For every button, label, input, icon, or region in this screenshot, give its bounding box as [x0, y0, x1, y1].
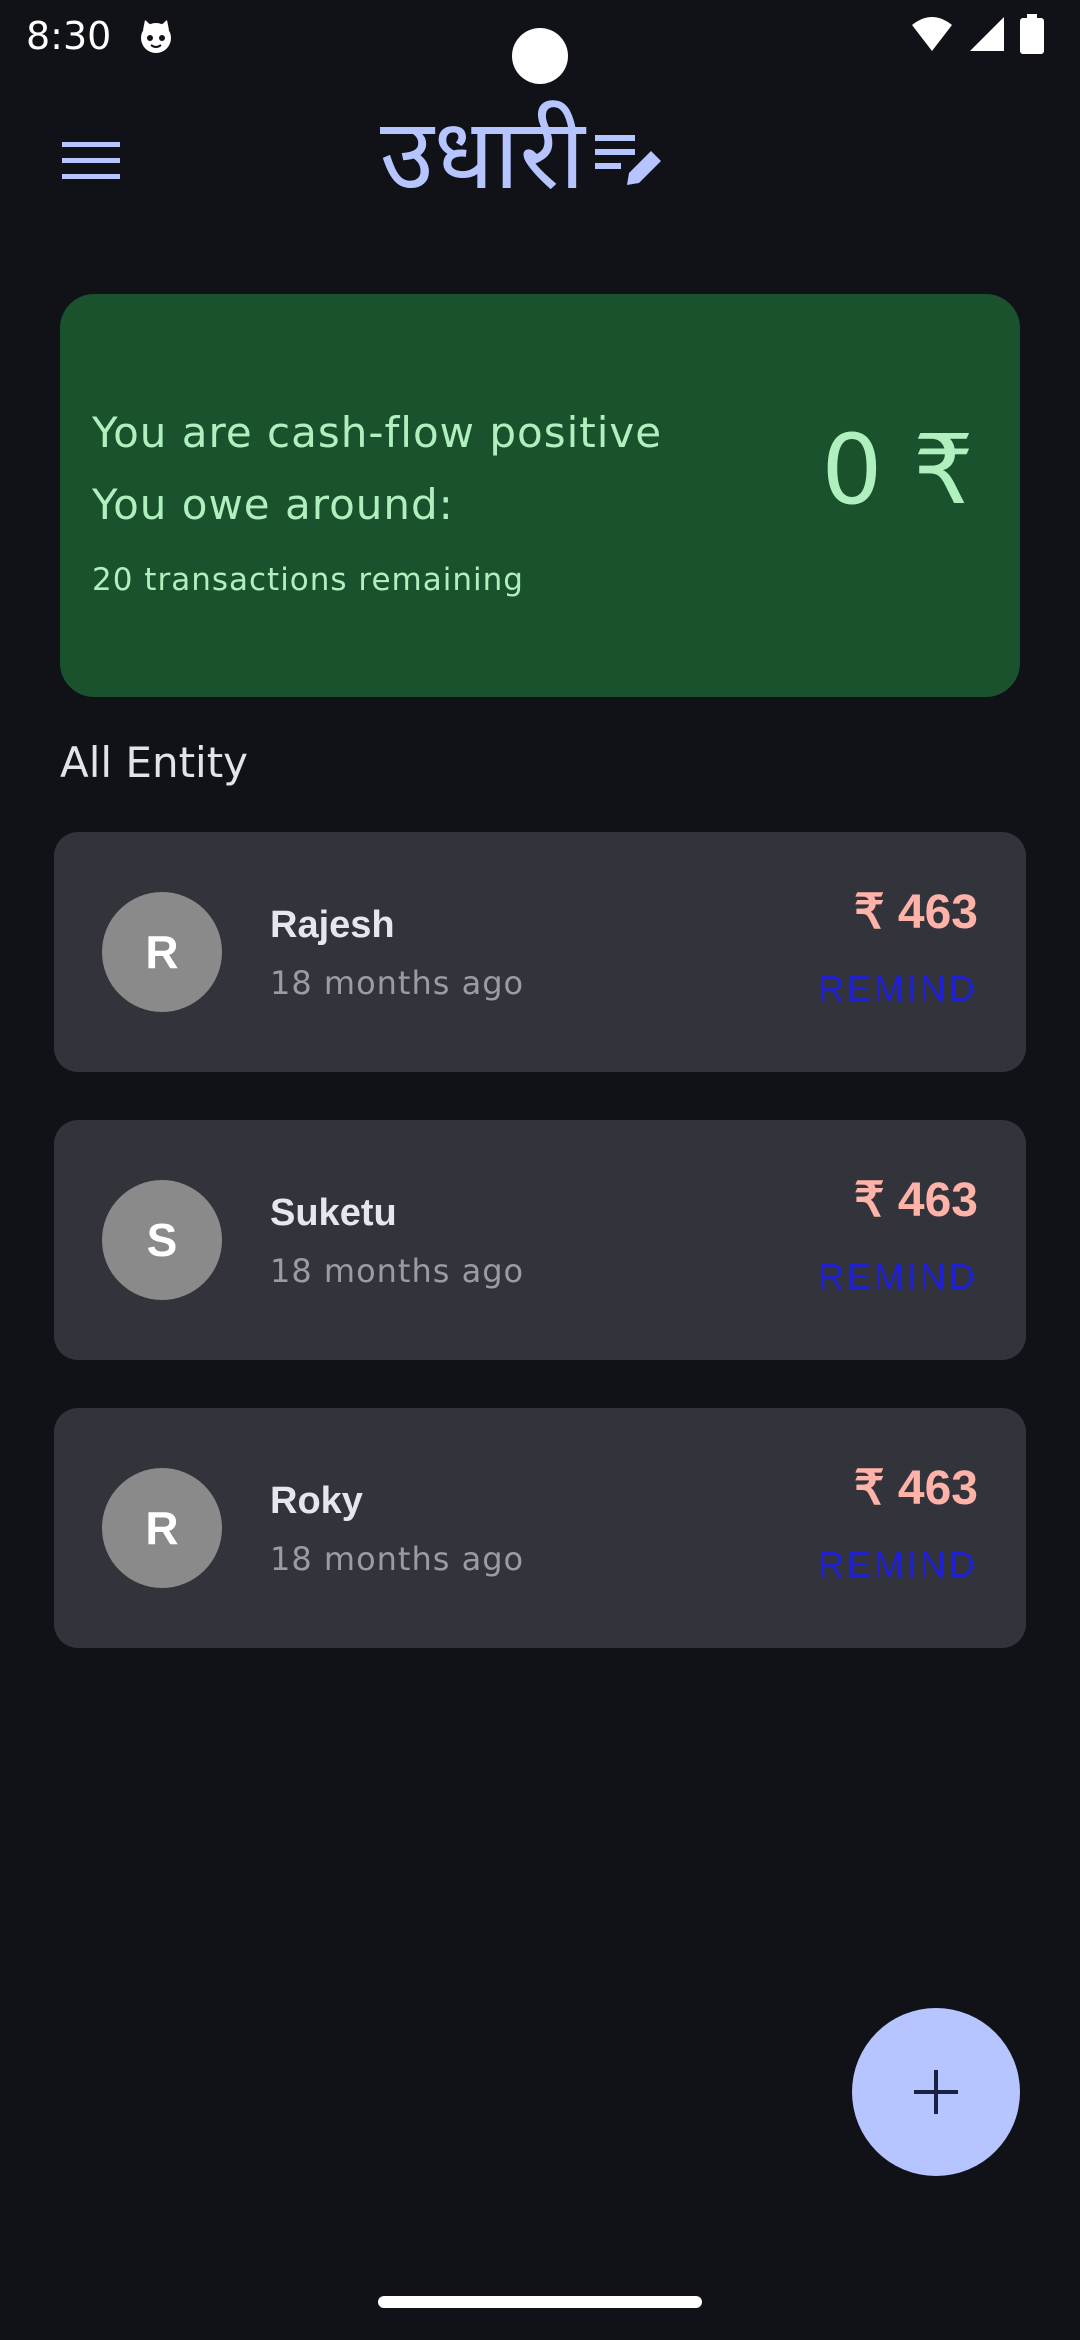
entity-time: 18 months ago: [270, 1540, 525, 1578]
entity-amount: ₹ 463: [854, 1174, 978, 1227]
front-camera: [512, 28, 568, 84]
plus-icon: [914, 2070, 958, 2114]
status-time: 8:30: [26, 14, 112, 58]
add-entity-button[interactable]: [852, 2008, 1020, 2176]
menu-icon: [62, 142, 120, 179]
wifi-icon: [912, 17, 952, 51]
status-icons: [910, 14, 1044, 54]
app-logo: उधारी: [380, 100, 665, 210]
owed-amount: 0 ₹: [821, 414, 974, 526]
section-title: All Entity: [60, 738, 249, 787]
avatar: R: [102, 1468, 222, 1588]
menu-button[interactable]: [62, 140, 134, 196]
remind-button[interactable]: REMIND: [818, 968, 978, 1010]
avatar: R: [102, 892, 222, 1012]
entity-card-suketu[interactable]: S Suketu 18 months ago ₹ 463 REMIND: [54, 1120, 1026, 1360]
summary-card: You are cash-flow positive You owe aroun…: [60, 294, 1020, 697]
home-indicator[interactable]: [378, 2296, 702, 2308]
entity-name: Rajesh: [270, 904, 395, 946]
battery-icon: [1020, 14, 1044, 54]
entity-card-rajesh[interactable]: R Rajesh 18 months ago ₹ 463 REMIND: [54, 832, 1026, 1072]
entity-name: Suketu: [270, 1192, 397, 1234]
entity-name: Roky: [270, 1480, 363, 1522]
entity-amount: ₹ 463: [854, 1462, 978, 1515]
edit-note-icon: [594, 135, 661, 185]
signal-icon: [970, 17, 1004, 51]
app-title: उधारी: [380, 98, 585, 212]
avatar: S: [102, 1180, 222, 1300]
entity-card-roky[interactable]: R Roky 18 months ago ₹ 463 REMIND: [54, 1408, 1026, 1648]
remind-button[interactable]: REMIND: [818, 1544, 978, 1586]
entity-time: 18 months ago: [270, 1252, 525, 1290]
owe-label: You owe around:: [92, 480, 454, 529]
entity-time: 18 months ago: [270, 964, 525, 1002]
remind-button[interactable]: REMIND: [818, 1256, 978, 1298]
cash-flow-status: You are cash-flow positive: [92, 408, 663, 457]
entity-amount: ₹ 463: [854, 886, 978, 939]
transactions-remaining: 20 transactions remaining: [92, 562, 524, 598]
cat-icon: [141, 20, 171, 53]
